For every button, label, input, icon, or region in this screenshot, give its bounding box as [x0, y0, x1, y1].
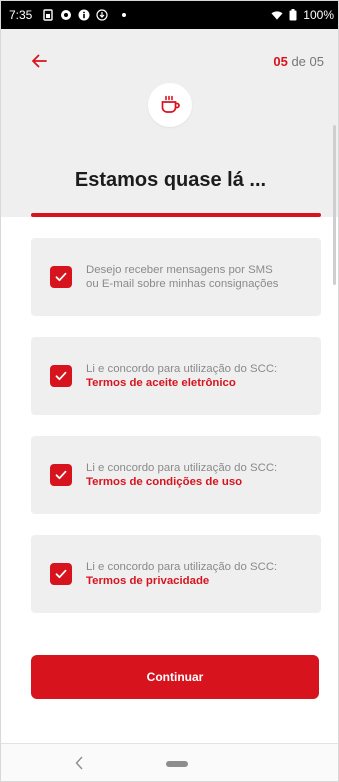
- checkbox-sms[interactable]: [50, 266, 72, 288]
- terms-link-aceite[interactable]: Termos de aceite eletrônico: [86, 376, 277, 390]
- consent-text: Li e concordo para utilização do SCC:: [86, 561, 278, 573]
- terms-link-condicoes[interactable]: Termos de condições de uso: [86, 475, 277, 489]
- consent-card-condicoes[interactable]: Li e concordo para utilização do SCC: Te…: [31, 436, 321, 514]
- checkbox-condicoes[interactable]: [50, 464, 72, 486]
- continue-button[interactable]: Continuar: [31, 655, 319, 699]
- consent-text: Desejo receber mensagens por SMS ou E-ma…: [86, 264, 279, 290]
- info-icon: [78, 9, 90, 21]
- download-icon: [96, 9, 108, 21]
- step-badge: [148, 83, 192, 127]
- more-notifications-dot-icon: [122, 13, 127, 17]
- consent-text-block: Li e concordo para utilização do SCC: Te…: [86, 461, 277, 489]
- consent-card-sms[interactable]: Desejo receber mensagens por SMS ou E-ma…: [31, 238, 321, 316]
- step-indicator: 05 de 05: [273, 54, 324, 69]
- wifi-icon: [271, 9, 283, 21]
- consent-card-privacidade[interactable]: Li e concordo para utilização do SCC: Te…: [31, 535, 321, 613]
- nav-home-pill[interactable]: [166, 761, 188, 767]
- sim-icon: [42, 9, 54, 21]
- consent-text-block: Li e concordo para utilização do SCC: Te…: [86, 560, 277, 588]
- app-screen: 7:35 100% 05 de 05 Estamos quase lá ... …: [0, 0, 339, 782]
- back-button[interactable]: [27, 49, 51, 73]
- checkbox-privacidade[interactable]: [50, 563, 72, 585]
- checkbox-aceite[interactable]: [50, 365, 72, 387]
- check-icon: [55, 470, 67, 480]
- battery-level: 100%: [303, 8, 334, 22]
- page-title: Estamos quase lá ...: [74, 169, 267, 191]
- step-separator: de: [287, 54, 310, 69]
- arrow-left-icon: [32, 54, 47, 68]
- consent-text: Li e concordo para utilização do SCC:: [86, 462, 278, 474]
- consent-card-aceite[interactable]: Li e concordo para utilização do SCC: Te…: [31, 337, 321, 415]
- check-icon: [55, 371, 67, 381]
- system-status: 100%: [271, 8, 334, 22]
- step-current: 05: [273, 54, 288, 69]
- status-bar: 7:35 100%: [1, 1, 338, 29]
- clock: 7:35: [9, 8, 33, 22]
- check-icon: [55, 569, 67, 579]
- scrollbar[interactable]: [333, 125, 336, 285]
- chevron-left-icon: [75, 756, 83, 770]
- record-icon: [60, 9, 72, 21]
- nav-back-button[interactable]: [71, 754, 87, 772]
- progress-line: [31, 213, 321, 217]
- consent-text-block: Li e concordo para utilização do SCC: Te…: [86, 362, 277, 390]
- system-nav-bar: [1, 743, 338, 781]
- coffee-cup-icon: [161, 95, 180, 113]
- check-icon: [55, 272, 67, 282]
- step-total: 05: [309, 54, 324, 69]
- battery-icon: [287, 9, 299, 21]
- consent-text: Li e concordo para utilização do SCC:: [86, 363, 278, 375]
- notification-icons: [42, 9, 127, 21]
- terms-link-privacidade[interactable]: Termos de privacidade: [86, 574, 277, 588]
